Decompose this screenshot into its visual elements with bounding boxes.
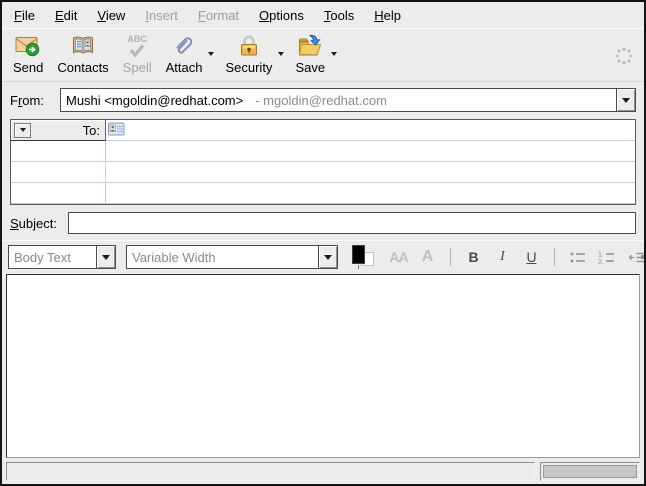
- save-button[interactable]: Save: [288, 32, 332, 75]
- spell-button[interactable]: ABC Spell: [116, 32, 159, 75]
- recipient-type-cell: [11, 162, 106, 183]
- security-button[interactable]: Security: [218, 32, 279, 75]
- recipient-row-1: To:: [11, 120, 635, 141]
- from-account-email: - mgoldin@redhat.com: [255, 93, 387, 108]
- format-toolbar: Body Text Variable Width AA A B I U 1.: [2, 240, 644, 273]
- recipient-entry-cell[interactable]: [106, 183, 635, 204]
- spell-label: Spell: [123, 60, 152, 75]
- to-input[interactable]: [128, 122, 633, 139]
- underline-button[interactable]: U: [518, 245, 545, 269]
- menu-view[interactable]: View: [87, 4, 135, 27]
- save-label: Save: [295, 60, 325, 75]
- subject-row: Subject:: [2, 207, 644, 240]
- color-picker-tick: [358, 265, 359, 269]
- save-menu-arrow[interactable]: [329, 54, 339, 73]
- numbered-list-button[interactable]: 1. 2.: [593, 245, 620, 269]
- menu-tools[interactable]: Tools: [314, 4, 364, 27]
- font-style-value: Variable Width: [127, 246, 318, 268]
- recipient-type-cell: [11, 183, 106, 204]
- foreground-color-swatch: [352, 245, 365, 264]
- toolbar-separator: [554, 248, 555, 266]
- chevron-down-icon: [324, 255, 332, 260]
- shrink-font-button[interactable]: AA: [385, 245, 412, 269]
- recipient-row-2: [11, 141, 635, 162]
- menu-file[interactable]: File: [4, 4, 45, 27]
- bullet-list-icon: [569, 250, 587, 265]
- status-bar: [2, 460, 644, 484]
- paragraph-style-value: Body Text: [9, 246, 96, 268]
- recipient-entry-cell[interactable]: [106, 162, 635, 183]
- recipient-row-4: [11, 183, 635, 204]
- mail-composer-window: File Edit View Insert Format Options Too…: [0, 0, 646, 486]
- menu-edit[interactable]: Edit: [45, 4, 87, 27]
- security-label: Security: [225, 60, 272, 75]
- contacts-icon: [70, 33, 96, 59]
- recipients-table: To:: [10, 119, 636, 205]
- bold-button[interactable]: B: [460, 245, 487, 269]
- attach-button[interactable]: Attach: [159, 32, 210, 75]
- from-row: From: Mushi <mgoldin@redhat.com> - mgold…: [2, 82, 644, 117]
- from-account-select[interactable]: Mushi <mgoldin@redhat.com> - mgoldin@red…: [60, 88, 636, 112]
- subject-label: Subject:: [10, 216, 61, 231]
- chevron-down-icon: [622, 98, 630, 103]
- clipped-toolbar-button: [641, 255, 644, 259]
- security-menu-arrow[interactable]: [276, 54, 286, 73]
- svg-text:1.: 1.: [598, 251, 604, 258]
- security-lock-icon: [236, 33, 262, 59]
- send-icon: [15, 33, 41, 59]
- subject-input[interactable]: [68, 212, 636, 234]
- toolbar-separator: [450, 248, 451, 266]
- send-button[interactable]: Send: [6, 32, 50, 75]
- font-style-dropdown-button[interactable]: [318, 246, 337, 268]
- to-label: To:: [83, 123, 102, 138]
- font-color-picker[interactable]: [350, 245, 378, 270]
- chevron-down-icon: [278, 52, 284, 71]
- recipient-type-button[interactable]: To:: [11, 120, 106, 141]
- paragraph-style-select[interactable]: Body Text: [8, 245, 116, 269]
- save-draft-icon: [297, 33, 323, 59]
- recipient-row-3: [11, 162, 635, 183]
- chevron-down-icon: [20, 128, 26, 132]
- send-label: Send: [13, 60, 43, 75]
- attach-label: Attach: [166, 60, 203, 75]
- message-body-editor[interactable]: [6, 274, 640, 458]
- attach-icon: [171, 33, 197, 59]
- bullet-list-button[interactable]: [564, 245, 591, 269]
- recipient-type-cell: [11, 141, 106, 162]
- chevron-down-icon: [331, 52, 337, 71]
- from-label: From:: [10, 93, 54, 108]
- contacts-label: Contacts: [57, 60, 108, 75]
- menu-insert[interactable]: Insert: [135, 4, 188, 27]
- from-dropdown-button[interactable]: [616, 89, 635, 111]
- to-entry-cell[interactable]: [106, 120, 635, 141]
- chevron-down-icon: [102, 255, 110, 260]
- status-message: [6, 462, 535, 481]
- recipient-entry-cell[interactable]: [106, 141, 635, 162]
- main-toolbar: Send Contacts ABC: [2, 28, 644, 82]
- chevron-down-icon: [208, 52, 214, 71]
- progress-bar-well: [540, 462, 640, 481]
- contact-card-icon: [108, 122, 125, 139]
- menu-format[interactable]: Format: [188, 4, 249, 27]
- svg-text:2.: 2.: [598, 259, 604, 265]
- recipient-type-dropdown-button[interactable]: [14, 123, 31, 138]
- numbered-list-icon: 1. 2.: [598, 250, 616, 265]
- spell-check-icon: ABC: [124, 33, 150, 59]
- contacts-button[interactable]: Contacts: [50, 32, 115, 75]
- font-style-select[interactable]: Variable Width: [126, 245, 338, 269]
- grow-font-button[interactable]: A: [414, 245, 441, 269]
- from-account-value: Mushi <mgoldin@redhat.com> - mgoldin@red…: [61, 89, 616, 111]
- menu-help[interactable]: Help: [364, 4, 411, 27]
- menubar: File Edit View Insert Format Options Too…: [2, 2, 644, 28]
- attach-menu-arrow[interactable]: [206, 54, 216, 73]
- from-account-name: Mushi <mgoldin@redhat.com>: [66, 93, 243, 108]
- italic-button[interactable]: I: [489, 245, 516, 269]
- paragraph-style-dropdown-button[interactable]: [96, 246, 115, 268]
- progress-bar: [543, 465, 637, 478]
- activity-spinner-icon: [614, 46, 634, 69]
- menu-options[interactable]: Options: [249, 4, 314, 27]
